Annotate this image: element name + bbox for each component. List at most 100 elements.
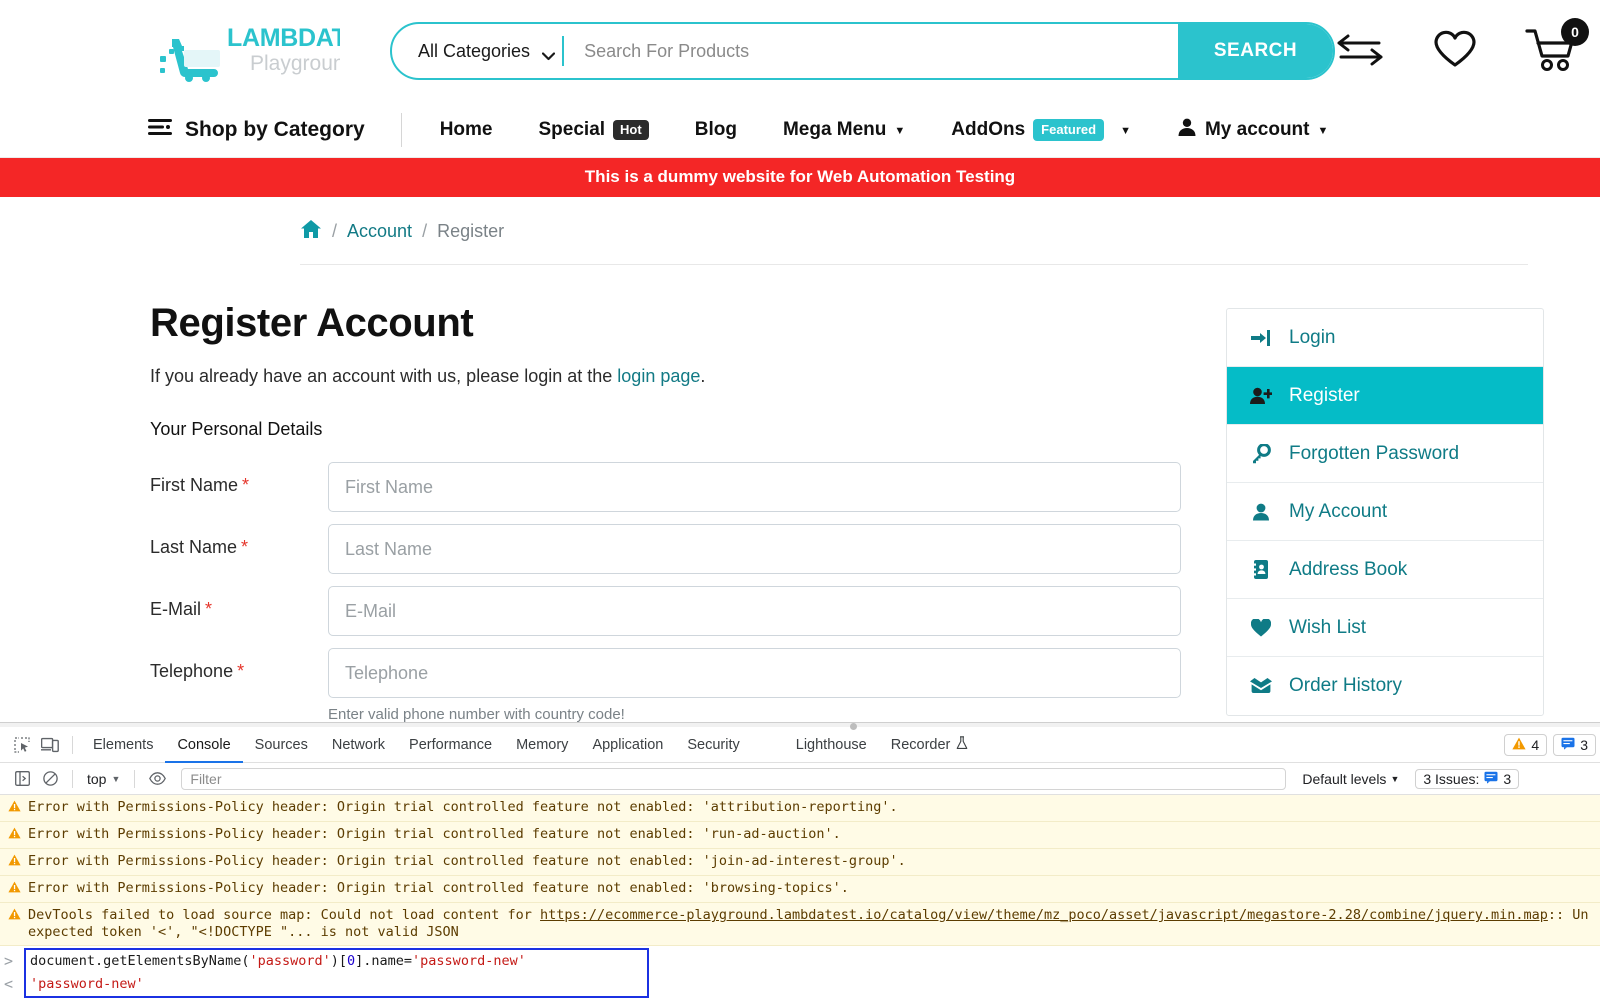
tab-recorder[interactable]: Recorder <box>879 727 981 763</box>
console-message[interactable]: Error with Permissions-Policy header: Or… <box>0 876 1600 903</box>
devtools-resizer[interactable] <box>0 723 1600 727</box>
tab-network[interactable]: Network <box>320 727 397 763</box>
breadcrumb-separator: / <box>422 221 427 242</box>
search-button[interactable]: SEARCH <box>1178 24 1333 78</box>
inspect-element-icon[interactable] <box>8 731 36 759</box>
devtools-tabbar: Elements Console Sources Network Perform… <box>0 727 1600 763</box>
tab-label: Console <box>177 737 230 753</box>
log-levels-select[interactable]: Default levels ▼ <box>1294 771 1407 787</box>
field-wrap-last-name <box>328 524 1181 574</box>
sidebar-item-address-book[interactable]: Address Book <box>1227 541 1543 599</box>
console-message-text: Error with Permissions-Policy header: Or… <box>28 799 898 816</box>
nav-item-blog[interactable]: Blog <box>695 119 737 141</box>
nav-item-special[interactable]: Special Hot <box>539 119 649 141</box>
last-name-input[interactable] <box>328 524 1181 574</box>
tab-application[interactable]: Application <box>580 727 675 763</box>
breadcrumb-item-account[interactable]: Account <box>347 221 412 242</box>
console-message[interactable]: Error with Permissions-Policy header: Or… <box>0 822 1600 849</box>
devtools-panel: Elements Console Sources Network Perform… <box>0 722 1600 1005</box>
toolbar-divider <box>72 736 73 754</box>
sourcemap-link[interactable]: https://ecommerce-playground.lambdatest.… <box>540 907 1548 923</box>
execution-context-select[interactable]: top ▼ <box>81 771 126 787</box>
sidebar-item-label: Login <box>1289 327 1336 349</box>
compare-icon[interactable] <box>1335 32 1385 71</box>
tab-performance[interactable]: Performance <box>397 727 504 763</box>
wishlist-heart-icon[interactable] <box>1433 29 1477 74</box>
tab-console[interactable]: Console <box>165 727 242 763</box>
first-name-input[interactable] <box>328 462 1181 512</box>
nav-item-mega-menu[interactable]: Mega Menu ▼ <box>783 119 905 141</box>
tab-elements[interactable]: Elements <box>81 727 165 763</box>
warning-counter[interactable]: 4 <box>1504 734 1547 756</box>
sidebar-item-forgotten-password[interactable]: Forgotten Password <box>1227 425 1543 483</box>
label-text: First Name <box>150 475 238 495</box>
login-page-link[interactable]: login page <box>617 366 700 386</box>
live-expression-icon[interactable] <box>143 765 171 793</box>
home-icon[interactable] <box>300 219 322 244</box>
sidebar-item-wish-list[interactable]: Wish List <box>1227 599 1543 657</box>
console-message-sourcemap[interactable]: DevTools failed to load source map: Coul… <box>0 903 1600 946</box>
sidebar-item-register[interactable]: Register <box>1227 367 1543 425</box>
telephone-input[interactable] <box>328 648 1181 698</box>
sidebar-item-my-account[interactable]: My Account <box>1227 483 1543 541</box>
email-input[interactable] <box>328 586 1181 636</box>
required-marker: * <box>241 537 248 557</box>
message-count: 3 <box>1580 737 1588 753</box>
nav-item-addons[interactable]: AddOns Featured ▼ <box>951 119 1131 141</box>
search-input[interactable] <box>564 24 1178 78</box>
category-select[interactable]: All Categories <box>392 24 562 78</box>
site-logo[interactable]: LAMBDATEST Playground <box>158 20 358 82</box>
form-row-last-name: Last Name* <box>150 524 1190 574</box>
issues-count: 3 <box>1503 771 1511 787</box>
shop-by-category-button[interactable]: Shop by Category <box>148 117 365 143</box>
form-row-telephone: Telephone* Enter valid phone number with… <box>150 648 1190 722</box>
tab-memory[interactable]: Memory <box>504 727 580 763</box>
nav-item-label: Blog <box>695 119 737 141</box>
field-wrap-telephone: Enter valid phone number with country co… <box>328 648 1181 722</box>
message-counter[interactable]: 3 <box>1553 734 1596 756</box>
console-output-row: < 'password-new' <box>26 973 647 996</box>
address-book-icon <box>1249 560 1273 579</box>
device-toolbar-icon[interactable] <box>36 731 64 759</box>
tab-lighthouse[interactable]: Lighthouse <box>784 727 879 763</box>
svg-text:LAMBDATEST: LAMBDATEST <box>227 24 340 52</box>
console-prompt-block: > document.getElementsByName('password')… <box>24 948 649 998</box>
clear-console-icon[interactable] <box>36 765 64 793</box>
console-toolbar-divider-2 <box>134 770 135 788</box>
dummy-site-banner: This is a dummy website for Web Automati… <box>0 158 1600 197</box>
user-plus-icon <box>1249 387 1273 405</box>
nav-item-label: Mega Menu <box>783 119 886 141</box>
search-bar: All Categories SEARCH <box>390 22 1335 80</box>
tab-security[interactable]: Security <box>675 727 751 763</box>
console-message[interactable]: Error with Permissions-Policy header: Or… <box>0 795 1600 822</box>
console-sidebar-icon[interactable] <box>8 765 36 793</box>
devtools-status-counters: 4 3 <box>1504 734 1600 756</box>
hamburger-icon <box>148 117 172 143</box>
nav-item-label: AddOns <box>951 119 1025 141</box>
browser-viewport: LAMBDATEST Playground All Categories SEA… <box>0 0 1600 722</box>
warning-triangle-icon <box>8 827 21 844</box>
console-filter-input[interactable]: Filter <box>181 768 1286 790</box>
chevron-down-icon: ▼ <box>111 774 120 784</box>
console-message[interactable]: Error with Permissions-Policy header: Or… <box>0 849 1600 876</box>
nav-item-my-account[interactable]: My account ▼ <box>1177 117 1328 143</box>
field-wrap-first-name <box>328 462 1181 512</box>
cart-icon[interactable]: 0 <box>1525 26 1579 77</box>
sidebar-item-label: Wish List <box>1289 617 1366 639</box>
sidebar-item-login[interactable]: Login <box>1227 309 1543 367</box>
chevron-down-icon: ▼ <box>1390 774 1399 784</box>
tab-label: Performance <box>409 737 492 753</box>
code-token: )[ <box>331 953 347 969</box>
tab-sources[interactable]: Sources <box>243 727 320 763</box>
tab-label: Memory <box>516 737 568 753</box>
nav-item-label: My account <box>1205 119 1310 141</box>
message-icon <box>1561 737 1575 753</box>
issues-counter[interactable]: 3 Issues: 3 <box>1415 769 1519 789</box>
log-levels-label: Default levels <box>1302 771 1386 787</box>
tab-label: Sources <box>255 737 308 753</box>
box-open-icon <box>1249 678 1273 694</box>
console-input-row[interactable]: > document.getElementsByName('password')… <box>26 950 647 973</box>
sidebar-item-order-history[interactable]: Order History <box>1227 657 1543 715</box>
label-last-name: Last Name* <box>150 524 328 558</box>
nav-item-home[interactable]: Home <box>440 119 493 141</box>
